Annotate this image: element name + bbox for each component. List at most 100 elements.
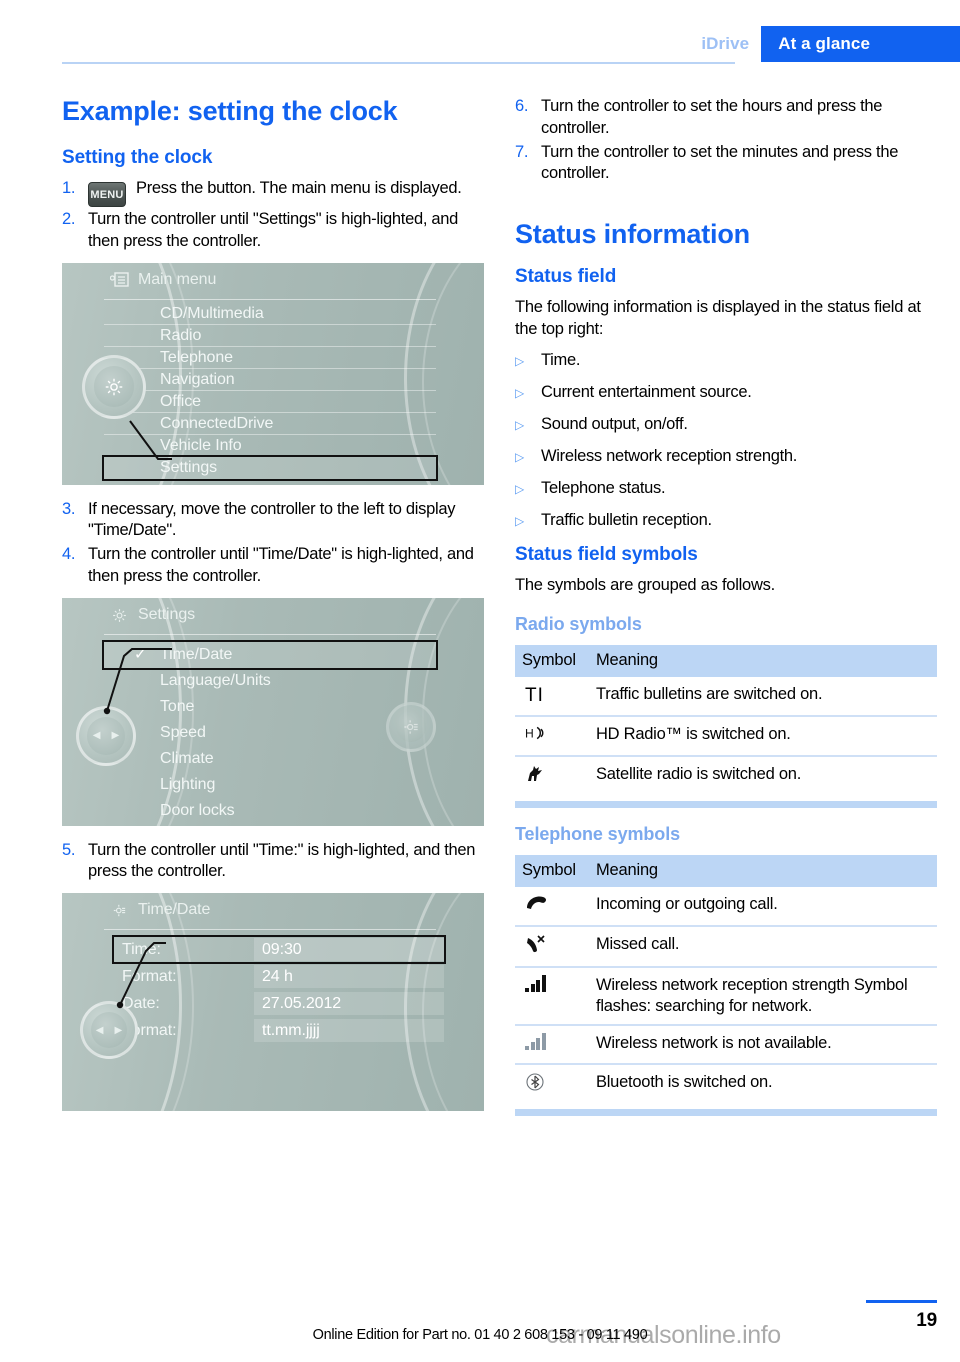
time-date-row-time-format[interactable]: Format: 24 h (114, 964, 444, 989)
step-text: Turn the controller until "Settings" is … (88, 210, 459, 250)
settings-item-time-date[interactable]: ✓ Time/Date (102, 639, 438, 670)
menu-item-vehicle-info[interactable]: Vehicle Info (104, 435, 436, 457)
row-value: 27.05.2012 (254, 992, 444, 1016)
list-item: ▷ Traffic bulletin reception. (515, 510, 937, 532)
screen-title: Settings (138, 605, 196, 623)
table-row: Bluetooth is switched on. (515, 1064, 937, 1105)
table-row: Wireless network is not available. (515, 1025, 937, 1065)
settings-item-language-units[interactable]: Language/Units (104, 668, 436, 694)
step-text: MENU Press the button. The main menu is d… (88, 178, 484, 208)
footer-divider (866, 1300, 937, 1303)
time-date-row-time[interactable]: Time: 09:30 (112, 935, 446, 965)
hd-radio-icon: H (515, 716, 589, 758)
menu-item-radio[interactable]: Radio (104, 325, 436, 347)
step-item: 5. Turn the controller until "Time:" is … (62, 840, 484, 884)
missed-call-icon (515, 925, 589, 969)
step-number: 7. (515, 142, 529, 161)
screen-header: Time/Date (110, 901, 210, 919)
menu-item-office[interactable]: Office (104, 391, 436, 413)
menu-item-cd-multimedia[interactable]: CD/Multimedia (104, 303, 436, 325)
menu-item-telephone[interactable]: Telephone (104, 347, 436, 369)
step-item: 3. If necessary, move the controller to … (62, 499, 484, 543)
menu-item-connecteddrive[interactable]: ConnectedDrive (104, 413, 436, 435)
list-item: ▷ Time. (515, 350, 937, 372)
page-header: iDrive At a glance (0, 26, 960, 62)
list-item-label: Time. (541, 350, 581, 369)
screen-title: Main menu (138, 270, 217, 288)
symbol-meaning: Missed call. (589, 925, 937, 969)
table-row: Incoming or outgoing call. (515, 886, 937, 927)
menu-button-icon: MENU (88, 182, 126, 208)
settings-item-tone[interactable]: Tone (104, 694, 436, 720)
telephone-table-end-bar (515, 1108, 937, 1116)
right-column: 6. Turn the controller to set the hours … (515, 96, 937, 1132)
step-number: 2. (62, 210, 76, 229)
list-item-label: Current entertainment source. (541, 382, 752, 401)
left-column: Example: setting the clock Setting the c… (62, 96, 484, 1125)
time-date-row-date[interactable]: Date: 27.05.2012 (114, 991, 444, 1016)
gear-icon (93, 366, 135, 407)
controller-knob-settings-right (386, 701, 436, 752)
section-title-status-information: Status information (515, 219, 750, 250)
table-row: Satellite radio is switched on. (515, 756, 937, 797)
step-body: Press the button. The main menu is displ… (136, 179, 462, 198)
satellite-radio-icon (515, 756, 589, 797)
column-header-symbol: Symbol (515, 854, 589, 887)
settings-item-door-locks[interactable]: Door locks (104, 798, 436, 824)
column-header-meaning: Meaning (589, 854, 937, 887)
radio-table-end-bar (515, 800, 937, 808)
idrive-screenshot-time-date: Time/Date Time: 09:30 Format: 24 h Date:… (62, 893, 484, 1112)
row-label: Date: (122, 994, 160, 1012)
step-item: 1. MENU Press the button. The main menu i… (62, 178, 484, 208)
step-text: Turn the controller to set the minutes a… (541, 142, 899, 183)
left-right-arrows-icon: ◀ ▶ (90, 1011, 128, 1049)
screen-header: Settings (110, 606, 195, 624)
time-date-row-date-format[interactable]: Format: tt.mm.jjjj (114, 1018, 444, 1043)
list-item: ▷ Wireless network reception strength. (515, 446, 937, 468)
status-field-intro: The following information is displayed i… (515, 298, 921, 338)
gear-icon (110, 607, 129, 623)
symbol-meaning: Incoming or outgoing call. (589, 886, 937, 927)
status-field-items: ▷ Time. ▷ Current entertainment source. … (515, 350, 937, 532)
gear-icon (110, 902, 129, 918)
triangle-bullet-icon: ▷ (515, 449, 524, 464)
screen-header: Main menu (109, 270, 217, 289)
row-value: 24 h (254, 965, 444, 989)
screen-header-divider (104, 633, 436, 635)
step-item: 6. Turn the controller to set the hours … (515, 96, 937, 140)
table-row: Wireless network reception strength Symb… (515, 967, 937, 1027)
telephone-symbols-table: Symbol Meaning Incoming or outgoing call… (515, 854, 937, 1105)
table-row: Missed call. (515, 925, 937, 969)
symbol-meaning: Satellite radio is switched on. (596, 765, 802, 784)
svg-text:H: H (525, 727, 534, 741)
list-item: ▷ Current entertainment source. (515, 382, 937, 404)
triangle-bullet-icon: ▷ (515, 417, 524, 432)
time-date-rows: Time: 09:30 Format: 24 h Date: 27.05.201… (112, 935, 446, 1045)
arrow-right-icon: ▶ (111, 730, 120, 742)
triangle-bullet-icon: ▷ (515, 481, 524, 496)
step-number: 3. (62, 499, 76, 518)
list-item-label: Wireless network reception strength. (541, 446, 798, 465)
settings-item-climate[interactable]: Climate (104, 746, 436, 772)
triangle-bullet-icon: ▷ (515, 353, 524, 368)
table-row: TI Traffic bulletins are switched on. (515, 677, 937, 718)
section-heading-radio-symbols: Radio symbols (515, 614, 642, 635)
footer-edition-text: Online Edition for Part no. 01 40 2 608 … (312, 1327, 648, 1343)
screen-header-divider (104, 298, 436, 300)
step-number: 1. (62, 179, 76, 198)
table-header-row: Symbol Meaning (515, 645, 937, 678)
menu-item-settings[interactable]: Settings (102, 454, 438, 481)
section-heading-telephone-symbols: Telephone symbols (515, 823, 681, 844)
step-item: 4. Turn the controller until "Time/Date"… (62, 544, 484, 588)
list-icon (109, 271, 129, 288)
controller-knob-gear (82, 354, 146, 419)
phone-handset-icon (515, 886, 589, 927)
settings-item-lighting[interactable]: Lighting (104, 772, 436, 798)
step-text: Turn the controller until "Time:" is hig… (88, 840, 476, 881)
symbol-meaning: Bluetooth is switched on. (596, 1072, 773, 1091)
header-divider (62, 62, 735, 64)
list-item-label: Telephone status. (541, 478, 666, 497)
menu-item-navigation[interactable]: Navigation (104, 369, 436, 391)
row-value: tt.mm.jjjj (254, 1019, 444, 1043)
section-heading-setting-the-clock: Setting the clock (62, 147, 213, 169)
